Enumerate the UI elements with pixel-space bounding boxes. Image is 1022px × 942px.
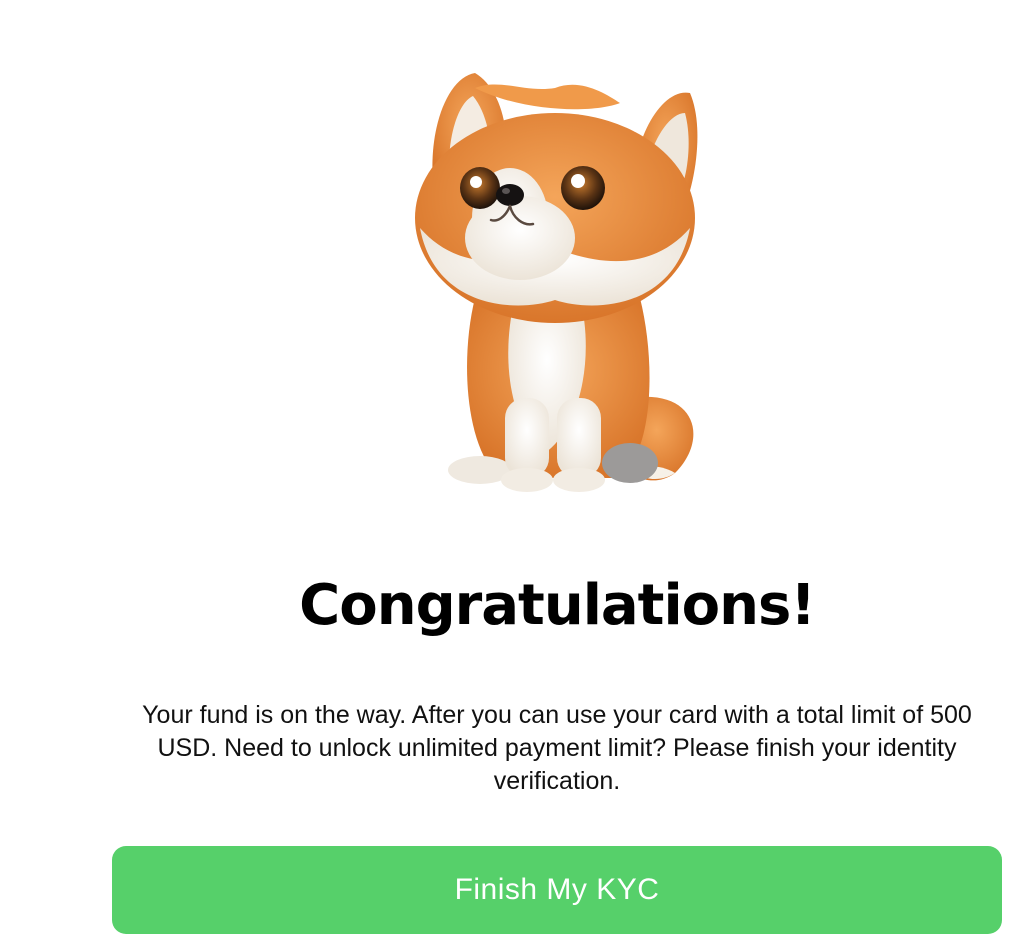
finish-kyc-button[interactable]: Finish My KYC xyxy=(112,846,1002,934)
fox-mascot-icon xyxy=(405,68,715,498)
success-message: Your fund is on the way. After you can u… xyxy=(142,701,972,795)
congratulations-title: Congratulations! xyxy=(299,573,816,638)
congratulations-screen: Congratulations! Your fund is on the way… xyxy=(0,0,1022,942)
